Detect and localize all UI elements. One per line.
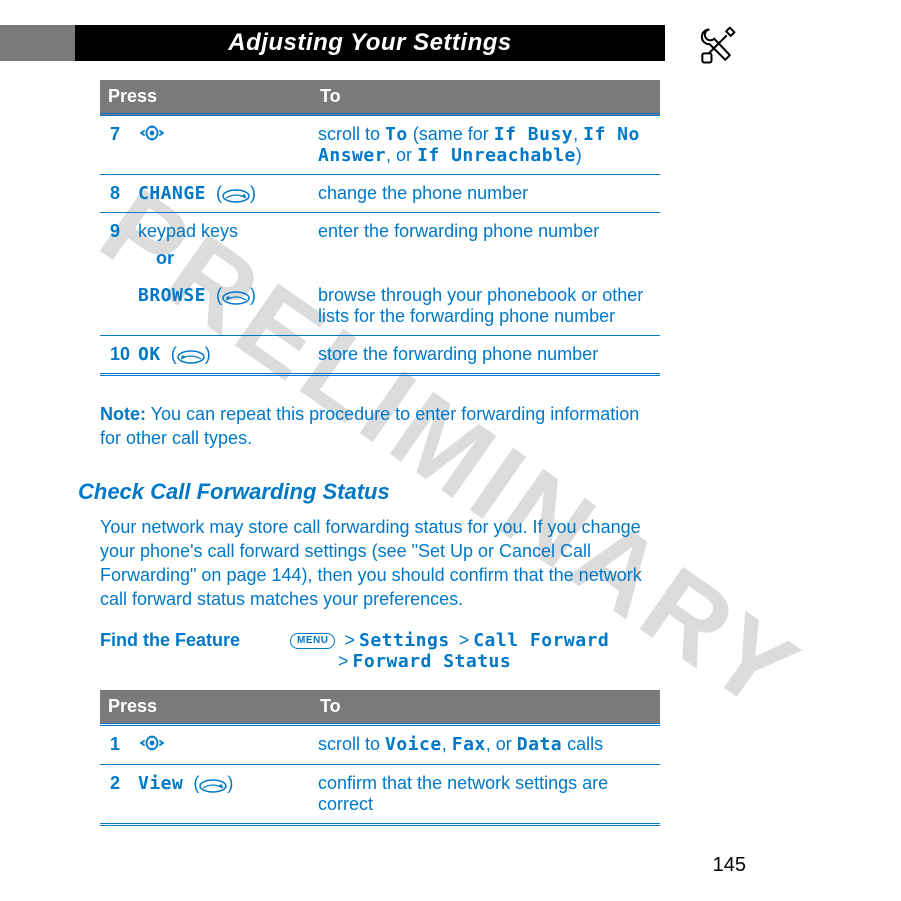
gt: > <box>334 651 353 671</box>
menu-item: To <box>385 124 408 145</box>
header: Adjusting Your Settings <box>0 22 901 66</box>
softkey-label: CHANGE <box>138 183 206 204</box>
menu-item: Fax <box>452 734 486 755</box>
menu-item: Settings <box>359 630 450 651</box>
text: , <box>442 734 452 754</box>
col-to: To <box>312 690 660 725</box>
table-row: 10 OK ( ) store the forwarding phone num… <box>100 336 660 375</box>
text: calls <box>562 734 603 754</box>
text: (same for <box>408 124 494 144</box>
press-cell: keypad keys or <box>132 213 312 278</box>
table-row: 1 <box>100 724 660 764</box>
text: , <box>573 124 583 144</box>
softkey-label: BROWSE <box>138 285 206 306</box>
menu-key-icon: MENU <box>290 633 335 649</box>
press-cell <box>132 115 312 175</box>
to-cell: enter the forwarding phone number <box>312 213 660 278</box>
text: , or <box>386 145 417 165</box>
text: scroll to <box>318 734 385 754</box>
softkey-right-icon <box>199 777 227 791</box>
note-label: Note: <box>100 404 146 424</box>
steps-table-2: Press To 1 <box>100 690 660 826</box>
ftf-label: Find the Feature <box>100 630 290 672</box>
text: ) <box>576 145 582 165</box>
step-number: 8 <box>100 175 132 213</box>
to-cell: scroll to Voice, Fax, or Data calls <box>312 724 660 764</box>
steps-table-1: Press To 7 <box>100 80 660 376</box>
table-row: 7 <box>100 115 660 175</box>
col-press: Press <box>100 690 312 725</box>
press-cell: CHANGE ( ) <box>132 175 312 213</box>
step-number: 10 <box>100 336 132 375</box>
press-cell: View ( ) <box>132 764 312 824</box>
press-cell: BROWSE ( ) <box>132 277 312 336</box>
step-number: 9 <box>100 213 132 336</box>
softkey-label: View <box>138 773 183 794</box>
step-number: 7 <box>100 115 132 175</box>
menu-item: If Busy <box>494 124 573 145</box>
press-label: keypad keys <box>138 221 238 241</box>
press-cell: OK ( ) <box>132 336 312 375</box>
menu-item: Forward Status <box>353 651 512 672</box>
or-label: or <box>138 242 306 269</box>
menu-item: If Unreachable <box>417 145 576 166</box>
header-accent <box>0 25 78 61</box>
gt: > <box>340 630 359 650</box>
col-press: Press <box>100 80 312 115</box>
tools-icon <box>695 22 739 70</box>
to-cell: scroll to To (same for If Busy, If No An… <box>312 115 660 175</box>
softkey-label: OK <box>138 344 161 365</box>
table-row: 8 CHANGE ( ) change the phone number <box>100 175 660 213</box>
table-row: BROWSE ( ) browse through your phonebook… <box>100 277 660 336</box>
softkey-left-icon <box>177 348 205 362</box>
menu-item: Voice <box>385 734 442 755</box>
menu-item: Call Forward <box>473 630 609 651</box>
body-text: Your network may store call forwarding s… <box>100 515 660 612</box>
softkey-right-icon <box>222 187 250 201</box>
gt: > <box>455 630 474 650</box>
to-cell: store the forwarding phone number <box>312 336 660 375</box>
to-cell: browse through your phonebook or other l… <box>312 277 660 336</box>
to-cell: change the phone number <box>312 175 660 213</box>
table-row: 9 keypad keys or enter the forwarding ph… <box>100 213 660 278</box>
note-text: You can repeat this procedure to enter f… <box>100 404 639 448</box>
ftf-path: MENU >Settings >Call Forward >Forward St… <box>290 630 609 672</box>
text: , or <box>486 734 517 754</box>
step-number: 1 <box>100 724 132 764</box>
col-to: To <box>312 80 660 115</box>
nav-key-icon <box>138 735 166 756</box>
to-cell: confirm that the network settings are co… <box>312 764 660 824</box>
nav-key-icon <box>138 125 166 146</box>
text: scroll to <box>318 124 385 144</box>
press-cell <box>132 724 312 764</box>
find-the-feature: Find the Feature MENU >Settings >Call Fo… <box>100 630 660 672</box>
section-heading: Check Call Forwarding Status <box>78 479 660 505</box>
page-title: Adjusting Your Settings <box>75 25 665 61</box>
softkey-left-icon <box>222 289 250 303</box>
step-number: 2 <box>100 764 132 824</box>
note: Note: You can repeat this procedure to e… <box>100 402 660 451</box>
page-number: 145 <box>713 854 746 877</box>
table-row: 2 View ( ) confirm that the network sett… <box>100 764 660 824</box>
menu-item: Data <box>517 734 562 755</box>
